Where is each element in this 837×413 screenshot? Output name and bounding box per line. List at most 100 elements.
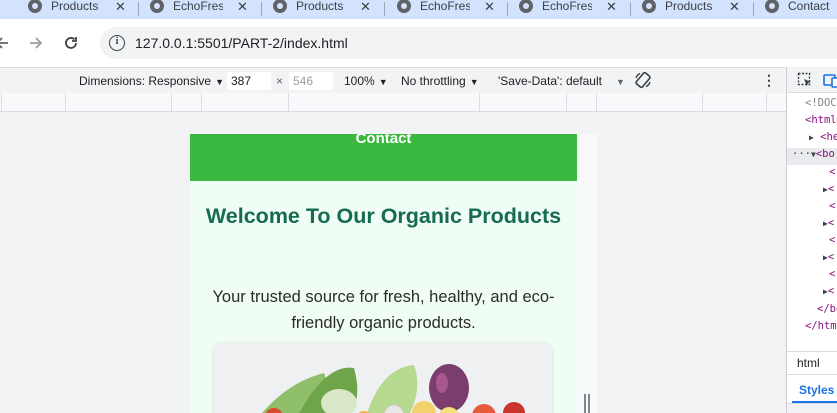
dom-node-text: < xyxy=(829,200,836,212)
throttling-dropdown[interactable]: No throttling ▼ xyxy=(401,74,479,88)
tab-separator xyxy=(138,2,139,16)
dom-node-text: < xyxy=(827,217,835,229)
tab-label: EchoFresh xyxy=(542,0,592,13)
dom-node[interactable]: < xyxy=(829,268,837,285)
dom-node-text: < xyxy=(829,166,836,178)
rotate-icon xyxy=(635,71,651,89)
dom-node[interactable]: < xyxy=(829,234,837,251)
browser-tab[interactable]: EchoFresh ✕ xyxy=(150,0,248,18)
dom-node[interactable]: ▶ <he xyxy=(809,131,837,148)
throttling-label: No throttling xyxy=(401,74,466,88)
dom-node[interactable]: < xyxy=(829,166,837,183)
save-data-label: 'Save-Data': default xyxy=(498,74,602,88)
ellipsis-icon[interactable]: ··· xyxy=(792,148,811,160)
dom-node[interactable]: ▶< xyxy=(823,251,837,268)
ruler-tick xyxy=(65,93,66,112)
nav-link-contact[interactable]: Contact xyxy=(190,134,577,147)
dropdown-caret-icon: ▼ xyxy=(378,77,388,87)
dom-node-text: <bo xyxy=(815,148,835,160)
forward-button[interactable] xyxy=(24,31,48,55)
device-toggle-icon xyxy=(823,74,837,88)
breadcrumb-html[interactable]: html xyxy=(797,356,820,370)
dom-node[interactable]: < xyxy=(829,200,837,217)
dom-node[interactable]: ▶< xyxy=(823,285,837,302)
height-input[interactable]: 546 xyxy=(289,72,333,90)
ruler-tick xyxy=(288,93,289,112)
dom-node[interactable]: </bo xyxy=(817,303,837,320)
reload-button[interactable] xyxy=(59,31,83,55)
dropdown-caret-icon: ▼ xyxy=(615,77,625,87)
ruler-tick xyxy=(479,93,480,112)
close-icon[interactable]: ✕ xyxy=(237,0,248,13)
close-icon[interactable]: ✕ xyxy=(115,0,126,13)
inspect-cursor-icon xyxy=(797,72,811,86)
viewport-resize-handle[interactable] xyxy=(584,394,590,413)
site-info-icon[interactable]: i xyxy=(109,35,125,51)
back-button[interactable] xyxy=(0,31,14,55)
ruler-tick xyxy=(171,93,172,112)
dom-node-text: <he xyxy=(820,131,837,143)
styles-filter-bar xyxy=(787,403,837,413)
browser-tab[interactable]: Products ✕ xyxy=(642,0,740,18)
browser-toolbar: i 127.0.0.1:5501/PART-2/index.html xyxy=(0,19,837,67)
url-text[interactable]: 127.0.0.1:5501/PART-2/index.html xyxy=(135,35,348,51)
tab-label: EchoFresh xyxy=(420,0,470,13)
expand-triangle-icon[interactable]: ▶ xyxy=(809,133,814,142)
tab-separator xyxy=(753,2,754,16)
inspect-element-button[interactable] xyxy=(797,72,813,93)
dom-node[interactable]: ▶< xyxy=(823,183,837,200)
close-icon[interactable]: ✕ xyxy=(606,0,617,13)
tab-label: Contact xyxy=(788,0,830,13)
tab-styles[interactable]: Styles xyxy=(799,383,834,397)
dom-node[interactable]: <!DOC xyxy=(805,97,837,114)
dom-node-text: < xyxy=(827,285,835,297)
devtools-panel: <!DOC <html ▶ <he ···▼<bo < ▶< < ▶< < ▶<… xyxy=(786,67,837,413)
ruler-tick xyxy=(766,93,767,112)
dropdown-caret-icon: ▼ xyxy=(215,77,224,87)
hero-image xyxy=(214,343,552,413)
address-bar[interactable]: i 127.0.0.1:5501/PART-2/index.html xyxy=(100,27,837,59)
dom-node-text: < xyxy=(829,268,836,280)
dom-node[interactable]: ▶< xyxy=(823,217,837,234)
browser-tab[interactable]: EchoFresh ✕ xyxy=(519,0,617,18)
globe-icon xyxy=(28,0,42,13)
dimensions-label: Dimensions: Responsive xyxy=(79,74,212,88)
tab-label: Products xyxy=(665,0,713,13)
close-icon[interactable]: ✕ xyxy=(484,0,495,13)
width-input[interactable]: 387 xyxy=(227,72,271,90)
dom-node-text: </htm xyxy=(805,320,837,332)
zoom-dropdown[interactable]: 100% ▼ xyxy=(344,74,388,88)
save-data-dropdown[interactable]: 'Save-Data': default ▼ xyxy=(498,74,625,88)
rotate-device-button[interactable] xyxy=(634,71,652,92)
page-subtitle: Your trusted source for fresh, healthy, … xyxy=(212,288,555,332)
dom-node[interactable]: <html xyxy=(805,114,837,131)
devtools-breadcrumb-bar: html xyxy=(787,351,837,375)
close-icon[interactable]: ✕ xyxy=(360,0,371,13)
dimensions-dropdown[interactable]: Dimensions: Responsive ▼ xyxy=(79,74,224,88)
browser-tab[interactable]: Products ✕ xyxy=(273,0,371,18)
viewport-edge xyxy=(577,134,597,413)
ruler-tick xyxy=(1,93,2,112)
reload-icon xyxy=(65,37,77,49)
devtools-toolbar xyxy=(787,67,837,93)
browser-tab[interactable]: Contact xyxy=(765,0,837,18)
tab-label: EchoFresh xyxy=(173,0,223,13)
browser-tab[interactable]: Products ✕ xyxy=(28,0,126,18)
device-toolbar: Dimensions: Responsive ▼ 387 × 546 100% ▼ … xyxy=(0,67,786,93)
page-title: Welcome To Our Organic Products xyxy=(205,204,562,228)
ruler-tick xyxy=(702,93,703,112)
site-nav: Contact xyxy=(190,134,577,181)
dom-node-selected[interactable]: ···▼<bo xyxy=(787,148,837,165)
browser-tab[interactable]: EchoFresh ✕ xyxy=(397,0,495,18)
vegetables-illustration xyxy=(214,343,552,413)
back-arrow-icon xyxy=(0,37,8,49)
dom-node-text: < xyxy=(827,183,835,195)
close-icon[interactable]: ✕ xyxy=(729,0,740,13)
forward-arrow-icon xyxy=(30,37,43,49)
dom-node[interactable]: </htm xyxy=(805,320,837,337)
globe-icon xyxy=(273,0,287,13)
device-toggle-button[interactable] xyxy=(823,72,837,93)
tab-separator xyxy=(630,2,631,16)
emulated-page[interactable]: Contact Welcome To Our Organic Products … xyxy=(190,134,577,413)
more-options-icon[interactable]: ⋮ xyxy=(762,72,776,89)
